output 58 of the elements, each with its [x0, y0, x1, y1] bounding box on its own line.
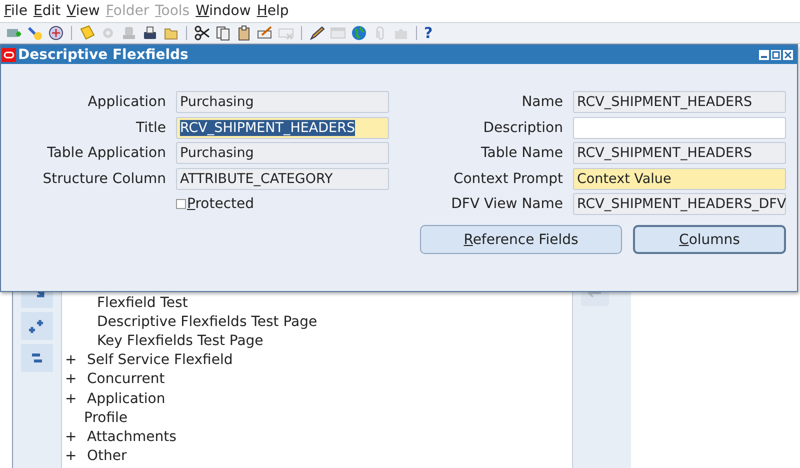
globe-icon[interactable]	[351, 25, 367, 41]
menu-item[interactable]: Window	[196, 2, 251, 18]
tree-item[interactable]: Flexfield Test	[97, 294, 188, 311]
input-field[interactable]: RCV_SHIPMENT_HEADERS	[573, 142, 786, 164]
tree-item[interactable]: Descriptive Flexfields Test Page	[97, 314, 318, 330]
input-field[interactable]: Context Value	[573, 168, 786, 190]
expand-sign[interactable]: +	[65, 448, 77, 464]
cut-icon[interactable]	[194, 25, 210, 41]
field-label: Context Prompt	[452, 170, 563, 186]
input-field[interactable]: ATTRIBUTE_CATEGORY	[176, 168, 389, 190]
field-label: DFV View Name	[451, 196, 563, 212]
dialog-button[interactable]: Columns	[633, 225, 786, 254]
tree-item[interactable]: Other	[87, 448, 127, 464]
print-icon[interactable]	[142, 25, 158, 41]
collapse-all-icon[interactable]	[21, 344, 53, 372]
field-label: Description	[482, 120, 563, 136]
input-field[interactable]	[573, 116, 786, 138]
help-button[interactable]: ?	[424, 25, 433, 41]
save-icon[interactable]	[79, 25, 95, 41]
copy-icon[interactable]	[215, 25, 231, 41]
tree-item[interactable]: Self Service Flexfield	[87, 352, 233, 368]
tree-item[interactable]: Concurrent	[87, 371, 165, 388]
input-field[interactable]: RCV_SHIPMENT_HEADERS	[573, 91, 786, 113]
checkbox-label[interactable]: Protected	[187, 196, 254, 212]
edit-icon[interactable]	[257, 25, 273, 41]
tree-item[interactable]: Profile	[84, 410, 128, 426]
field-label: Title	[134, 120, 166, 136]
paste-icon[interactable]	[236, 25, 252, 41]
field-label: Table Name	[480, 145, 563, 161]
pencil-icon[interactable]	[309, 25, 325, 41]
input-field[interactable]: Purchasing	[176, 91, 389, 113]
field-label: Application	[86, 94, 166, 110]
maximize-icon[interactable]	[771, 50, 781, 60]
close-icon[interactable]	[783, 50, 793, 60]
menu-item[interactable]: View	[66, 2, 100, 18]
expand-all-icon[interactable]	[21, 312, 53, 340]
expand-sign[interactable]: +	[65, 390, 77, 407]
tree-item[interactable]: Attachments	[87, 428, 176, 445]
menu-item[interactable]: Edit	[33, 2, 61, 18]
tree-item[interactable]: Key Flexfields Test Page	[97, 332, 264, 349]
oval-logo-icon	[2, 48, 16, 62]
expand-sign[interactable]: +	[65, 352, 77, 368]
field-label: Name	[520, 94, 563, 110]
field-label: Structure Column	[42, 170, 166, 186]
menu-item[interactable]: File	[4, 2, 28, 18]
tree-item[interactable]: Application	[87, 390, 166, 407]
dialog-button[interactable]: Reference Fields	[420, 225, 622, 254]
field-label: Table Application	[46, 145, 166, 161]
checkbox[interactable]	[176, 199, 186, 209]
expand-sign[interactable]: +	[65, 428, 77, 445]
menu-item[interactable]: Help	[256, 2, 289, 18]
expand-sign[interactable]: +	[65, 371, 77, 388]
window-title: Descriptive Flexfields	[18, 46, 190, 62]
input-field[interactable]: RCV_SHIPMENT_HEADERS	[176, 116, 389, 138]
input-field[interactable]: Purchasing	[176, 142, 389, 164]
minimize-icon[interactable]	[759, 50, 769, 60]
input-field[interactable]: RCV_SHIPMENT_HEADERS_DFV	[573, 193, 786, 215]
navigate-icon[interactable]	[48, 25, 64, 41]
